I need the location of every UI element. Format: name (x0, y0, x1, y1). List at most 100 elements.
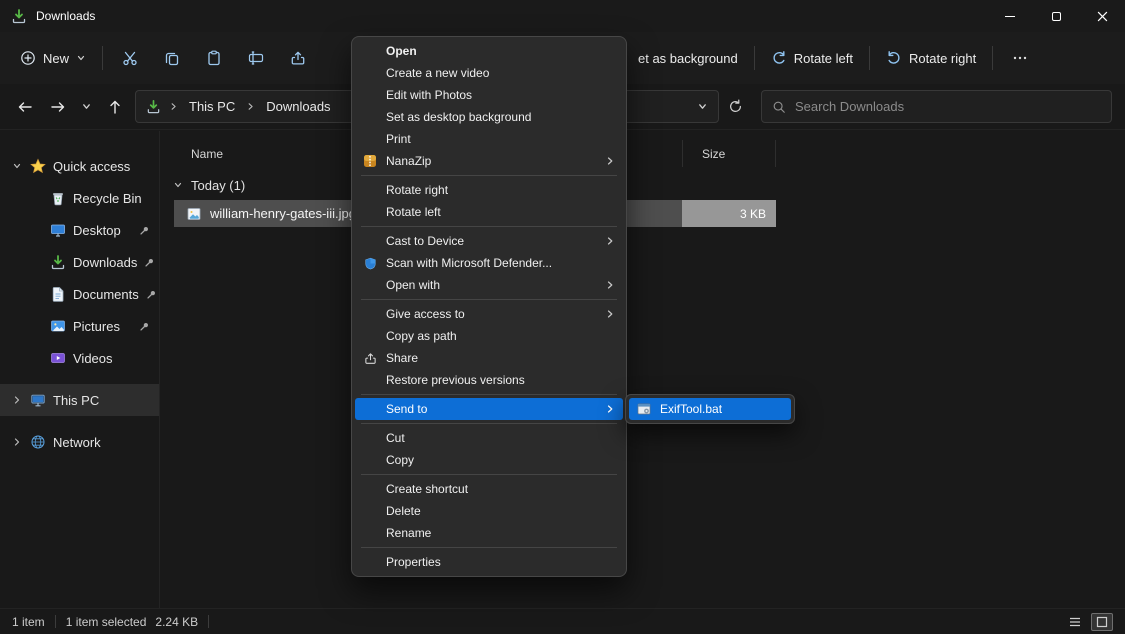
menu-item-print[interactable]: Print (355, 128, 623, 150)
menu-separator (361, 547, 617, 548)
chevron-right-icon[interactable] (10, 395, 23, 405)
more-options-button[interactable] (999, 40, 1041, 76)
chevron-down-icon (81, 101, 92, 112)
refresh-button[interactable] (719, 92, 752, 122)
menu-item-delete[interactable]: Delete (355, 500, 623, 522)
menu-item-nanazip[interactable]: NanaZip (355, 150, 623, 172)
menu-separator (361, 226, 617, 227)
menu-item-create-a-new-video[interactable]: Create a new video (355, 62, 623, 84)
cut-button[interactable] (109, 40, 151, 76)
menu-item-rotate-right[interactable]: Rotate right (355, 179, 623, 201)
toolbar-separator (102, 46, 103, 70)
set-as-background-button[interactable]: et as background (628, 44, 748, 73)
new-button[interactable]: New (10, 43, 96, 73)
search-input[interactable] (795, 99, 1101, 114)
downloads-icon (50, 254, 66, 270)
menu-item-set-as-desktop-background[interactable]: Set as desktop background (355, 106, 623, 128)
chevron-right-icon[interactable] (10, 437, 23, 447)
sidebar-item-recycle-bin[interactable]: Recycle Bin (0, 182, 159, 214)
rotate-right-button[interactable]: Rotate right (876, 43, 986, 73)
back-button[interactable] (8, 92, 41, 122)
chevron-right-icon (246, 102, 255, 111)
submenu-arrow-icon (605, 309, 615, 319)
menu-item-copy-as-path[interactable]: Copy as path (355, 325, 623, 347)
submenu-arrow-icon (605, 236, 615, 246)
chevron-down-icon[interactable] (10, 161, 23, 171)
sidebar-item-desktop[interactable]: Desktop (0, 214, 159, 246)
menu-item-open[interactable]: Open (355, 40, 623, 62)
forward-button[interactable] (41, 92, 74, 122)
rotate-left-button[interactable]: Rotate left (761, 43, 863, 73)
paste-button[interactable] (193, 40, 235, 76)
item-count: 1 item (12, 615, 45, 629)
chevron-right-icon (169, 102, 178, 111)
up-button[interactable] (98, 92, 131, 122)
menu-item-open-with[interactable]: Open with (355, 274, 623, 296)
minimize-button[interactable] (987, 0, 1033, 32)
menu-item-edit-with-photos[interactable]: Edit with Photos (355, 84, 623, 106)
refresh-icon (728, 99, 743, 114)
menu-item-cut[interactable]: Cut (355, 427, 623, 449)
statusbar-separator (208, 615, 209, 628)
toolbar-separator (869, 46, 870, 70)
rename-button[interactable] (235, 40, 277, 76)
menu-item-restore-previous-versions[interactable]: Restore previous versions (355, 369, 623, 391)
share-button[interactable] (277, 40, 319, 76)
rotate-left-label: Rotate left (794, 51, 853, 66)
exiftool-bat-icon (634, 401, 654, 417)
group-header-today[interactable]: Today (1) (173, 173, 245, 197)
menu-item-cast-to-device[interactable]: Cast to Device (355, 230, 623, 252)
search-icon (772, 100, 786, 114)
close-button[interactable] (1079, 0, 1125, 32)
search-box[interactable] (761, 90, 1112, 123)
sidebar-item-videos[interactable]: Videos (0, 342, 159, 374)
rotate-left-icon (771, 50, 787, 66)
menu-item-scan-with-microsoft-defender[interactable]: Scan with Microsoft Defender... (355, 252, 623, 274)
column-header-size[interactable]: Size (682, 140, 776, 167)
menu-item-rename[interactable]: Rename (355, 522, 623, 544)
thumbnail-view-icon (1095, 615, 1109, 629)
menu-separator (361, 299, 617, 300)
sidebar-item-quick-access[interactable]: Quick access (0, 150, 159, 182)
sidebar-item-network[interactable]: Network (0, 426, 159, 458)
file-size: 3 KB (740, 207, 766, 221)
menu-item-properties[interactable]: Properties (355, 551, 623, 573)
menu-item-share[interactable]: Share (355, 347, 623, 369)
selection-size: 2.24 KB (155, 615, 198, 629)
address-dropdown-button[interactable] (697, 101, 708, 112)
copy-button[interactable] (151, 40, 193, 76)
menu-item-give-access-to[interactable]: Give access to (355, 303, 623, 325)
breadcrumb-downloads[interactable]: Downloads (263, 97, 333, 116)
breadcrumb-this-pc[interactable]: This PC (186, 97, 238, 116)
maximize-icon (1052, 12, 1061, 21)
star-icon (30, 158, 46, 174)
sidebar-item-this-pc[interactable]: This PC (0, 384, 159, 416)
recent-locations-button[interactable] (74, 92, 98, 122)
sidebar-item-label: Documents (73, 287, 139, 302)
image-file-icon (186, 206, 202, 222)
submenu-item-exiftool[interactable]: ExifTool.bat (629, 398, 791, 420)
details-view-button[interactable] (1064, 613, 1086, 631)
menu-separator (361, 423, 617, 424)
context-menu: Open Create a new video Edit with Photos… (351, 36, 627, 577)
menu-item-send-to[interactable]: Send to (355, 398, 623, 420)
file-size-cell: 3 KB (682, 200, 776, 227)
statusbar-separator (55, 615, 56, 628)
toolbar-separator (754, 46, 755, 70)
desktop-icon (50, 222, 66, 238)
menu-item-create-shortcut[interactable]: Create shortcut (355, 478, 623, 500)
sidebar-item-pictures[interactable]: Pictures (0, 310, 159, 342)
maximize-button[interactable] (1033, 0, 1079, 32)
titlebar: Downloads (0, 0, 1125, 32)
sidebar-item-documents[interactable]: Documents (0, 278, 159, 310)
menu-separator (361, 474, 617, 475)
sidebar-item-label: Quick access (53, 159, 130, 174)
sidebar-item-label: Videos (73, 351, 113, 366)
menu-item-copy[interactable]: Copy (355, 449, 623, 471)
sidebar-item-downloads[interactable]: Downloads (0, 246, 159, 278)
large-icons-view-button[interactable] (1091, 613, 1113, 631)
arrow-left-icon (17, 99, 33, 115)
selection-count: 1 item selected (66, 615, 147, 629)
menu-item-rotate-left[interactable]: Rotate left (355, 201, 623, 223)
pin-icon (139, 225, 150, 236)
